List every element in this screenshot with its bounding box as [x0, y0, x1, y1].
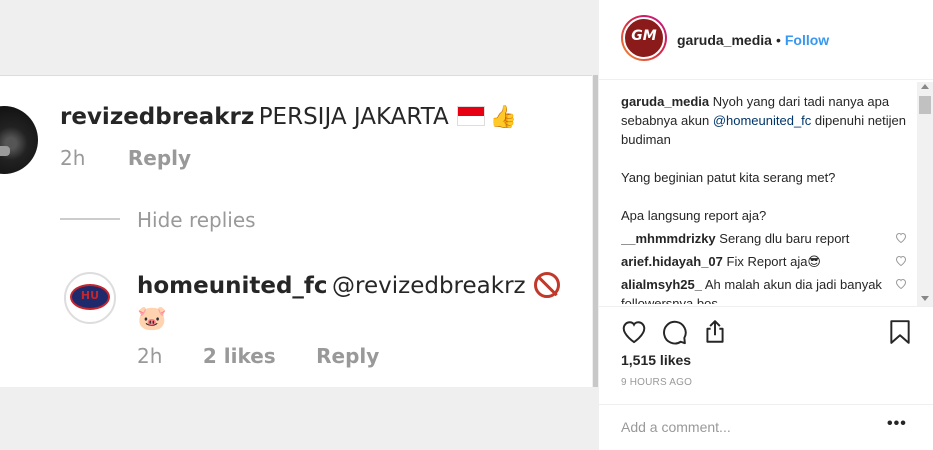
indonesia-flag-icon: [457, 106, 486, 126]
comment-2-text: @revizedbreakrz: [332, 273, 526, 299]
post-sidebar: GM garuda_media • Follow garuda_media Nyoh…: [598, 0, 933, 450]
comment-1-meta: 2h Reply: [60, 146, 229, 170]
comment-like-icon[interactable]: [895, 232, 907, 243]
no-entry-icon: [534, 272, 561, 298]
comment-item: __mhmmdrizky Serang dlu baru report: [621, 229, 911, 248]
comment-2-meta: 2h 2 likes Reply: [137, 344, 415, 368]
revizedbreakrz-avatar: [0, 106, 38, 174]
comment-text: Fix Report aja😎: [726, 254, 821, 269]
pig-icon: 🐷: [137, 305, 167, 332]
comment-2-username: homeunited_fc: [137, 273, 328, 299]
comment-2-time: 2h: [137, 344, 163, 368]
gm-logo: GM: [631, 28, 657, 44]
heart-icon[interactable]: [621, 319, 647, 345]
post-actions: 1,515 likes 9 HOURS AGO: [599, 306, 933, 406]
post-timestamp[interactable]: 9 HOURS AGO: [621, 377, 692, 388]
caption-username[interactable]: garuda_media: [621, 94, 709, 109]
homeunited-crest-icon: HU: [70, 284, 110, 310]
follow-button[interactable]: Follow: [785, 32, 829, 48]
comment-1: revizedbreakrz PERSIJA JAKARTA 👍: [60, 104, 517, 130]
likes-count[interactable]: 1,515 likes: [621, 352, 691, 368]
garuda-media-avatar[interactable]: GM: [621, 15, 667, 61]
scroll-down-icon[interactable]: [921, 296, 929, 301]
post-author: garuda_media • Follow: [677, 32, 829, 48]
post-image: revizedbreakrz PERSIJA JAKARTA 👍 2h Repl…: [0, 0, 598, 450]
comments-scrollbar[interactable]: [917, 82, 933, 306]
caption-line-2: Yang beginian patut kita serang met?: [621, 170, 836, 185]
author-username[interactable]: garuda_media: [677, 32, 772, 48]
post-header: GM garuda_media • Follow: [599, 0, 933, 80]
comment-1-text: PERSIJA JAKARTA: [258, 104, 449, 130]
comment-1-reply: Reply: [127, 146, 192, 170]
comment-1-time: 2h: [60, 146, 86, 170]
add-comment-input[interactable]: [621, 417, 871, 437]
caption-line-3: Apa langsung report aja?: [621, 208, 767, 223]
post-caption: garuda_media Nyoh yang dari tadi nanya a…: [621, 92, 911, 225]
separator-dot: •: [775, 32, 781, 48]
comment-text: Serang dlu baru report: [719, 231, 850, 246]
comment-item: arief.hidayah_07 Fix Report aja😎: [621, 252, 911, 271]
scroll-up-icon[interactable]: [921, 84, 929, 89]
comment-2-likes: 2 likes: [202, 344, 276, 368]
comment-username[interactable]: arief.hidayah_07: [621, 254, 723, 269]
more-icon[interactable]: •••: [887, 415, 907, 433]
hide-replies: Hide replies: [137, 208, 256, 232]
caption-mention[interactable]: @homeunited_fc: [713, 113, 811, 128]
homeunited-avatar: HU: [64, 272, 116, 324]
bookmark-icon[interactable]: [887, 319, 913, 345]
add-comment-bar: •••: [599, 404, 933, 450]
share-icon[interactable]: [702, 319, 728, 345]
comment-screenshot: revizedbreakrz PERSIJA JAKARTA 👍 2h Repl…: [0, 75, 592, 387]
comment-2-reply: Reply: [316, 344, 380, 368]
comment-item: alialmsyh25_ Ah malah akun dia jadi bany…: [621, 275, 911, 304]
comment-username[interactable]: __mhmmdrizky: [621, 231, 716, 246]
comment-username[interactable]: alialmsyh25_: [621, 277, 702, 292]
comments-list[interactable]: garuda_media Nyoh yang dari tadi nanya a…: [621, 92, 911, 304]
comment-like-icon[interactable]: [895, 278, 907, 289]
hide-replies-line: [60, 218, 120, 220]
comment-icon[interactable]: [662, 319, 688, 345]
comment-1-username: revizedbreakrz: [60, 104, 255, 130]
comment-like-icon[interactable]: [895, 255, 907, 266]
comment-2: homeunited_fc @revizedbreakrz: [137, 272, 561, 299]
thumbs-up-icon: 👍: [489, 104, 518, 129]
scroll-thumb[interactable]: [919, 96, 931, 114]
